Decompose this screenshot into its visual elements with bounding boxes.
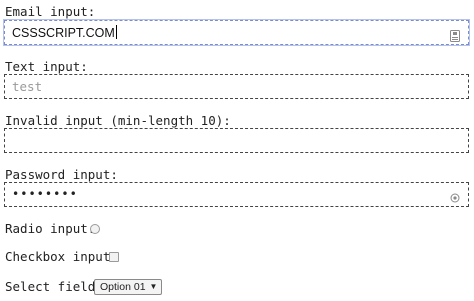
checkbox[interactable] xyxy=(109,252,119,262)
text-caret xyxy=(115,25,117,39)
email-input-value: CSSSCRIPT.COM xyxy=(12,25,117,40)
checkbox-label: Checkbox input: xyxy=(5,249,118,264)
contact-card-icon[interactable] xyxy=(450,27,460,42)
radio-button[interactable] xyxy=(90,224,100,234)
select-field[interactable]: Option 01 ▼ xyxy=(94,279,163,295)
chevron-down-icon: ▼ xyxy=(149,282,158,291)
text-label: Text input: xyxy=(5,59,88,74)
invalid-label: Invalid input (min-length 10): xyxy=(5,113,231,128)
select-selected-value: Option 01 xyxy=(100,281,146,293)
key-icon[interactable] xyxy=(450,189,460,203)
invalid-input[interactable] xyxy=(4,128,469,153)
password-input-value: •••••••• xyxy=(12,187,78,201)
radio-label: Radio input: xyxy=(5,221,96,236)
password-input[interactable]: •••••••• xyxy=(4,182,469,207)
password-label: Password input: xyxy=(5,167,118,182)
text-input[interactable]: test xyxy=(4,74,469,99)
email-label: Email input: xyxy=(5,4,96,19)
text-input-placeholder: test xyxy=(12,79,43,94)
email-input[interactable]: CSSSCRIPT.COM xyxy=(4,20,469,45)
select-label: Select field: xyxy=(5,279,103,294)
